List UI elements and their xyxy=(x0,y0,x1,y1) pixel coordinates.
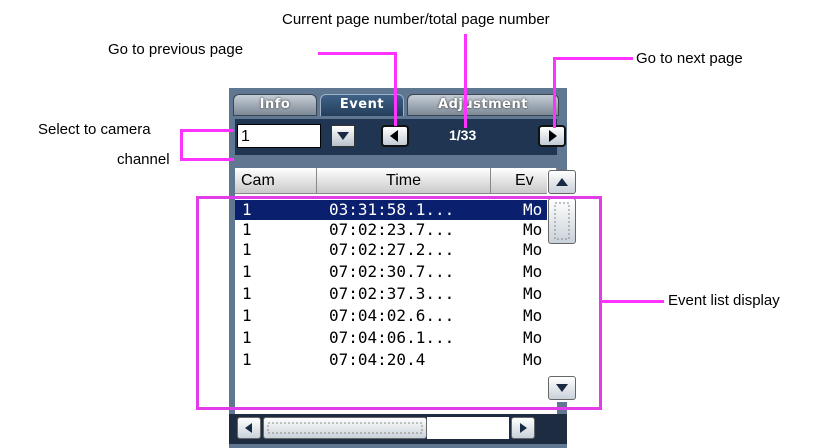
arrow-left-icon xyxy=(245,423,252,433)
callout-line xyxy=(600,300,664,303)
callout-line xyxy=(553,57,556,128)
channel-dropdown-button[interactable] xyxy=(331,125,355,147)
scroll-up-button[interactable] xyxy=(548,170,576,194)
arrow-right-icon xyxy=(520,423,527,433)
callout-select-channel-1: Select to camera xyxy=(38,121,151,138)
chevron-down-icon xyxy=(337,132,349,140)
callout-line xyxy=(180,129,183,161)
column-header-cam[interactable]: Cam xyxy=(235,168,317,194)
camera-channel-select[interactable]: 1 xyxy=(237,124,321,148)
tab-event[interactable]: Event xyxy=(320,94,404,116)
column-header-time[interactable]: Time xyxy=(317,168,491,194)
scroll-left-button[interactable] xyxy=(237,417,261,439)
tab-adjustment[interactable]: Adjustment xyxy=(407,94,559,116)
scroll-thumb-horizontal[interactable] xyxy=(263,417,427,439)
callout-line xyxy=(180,158,234,161)
scroll-right-button[interactable] xyxy=(511,417,535,439)
horizontal-scrollbar[interactable] xyxy=(229,414,567,444)
scroll-track[interactable] xyxy=(427,417,509,439)
callout-line xyxy=(553,57,633,60)
callout-previous-page: Go to previous page xyxy=(108,41,244,58)
arrow-left-icon xyxy=(390,130,398,142)
callout-line xyxy=(318,52,397,55)
callout-current-page: Current page number/total page number xyxy=(282,11,550,28)
arrow-right-icon xyxy=(549,130,557,142)
arrow-up-icon xyxy=(556,178,568,186)
callout-select-channel-2: channel xyxy=(117,151,170,168)
callout-line xyxy=(464,34,467,128)
event-list-highlight xyxy=(196,196,602,410)
callout-line xyxy=(394,52,397,126)
tab-info[interactable]: Info xyxy=(233,94,317,116)
callout-line xyxy=(180,129,234,132)
next-page-button[interactable] xyxy=(538,125,566,147)
previous-page-button[interactable] xyxy=(381,125,409,147)
page-indicator: 1/33 xyxy=(449,127,477,143)
callout-next-page: Go to next page xyxy=(636,50,743,67)
callout-event-list: Event list display xyxy=(668,292,780,309)
grip-icon xyxy=(267,422,423,434)
